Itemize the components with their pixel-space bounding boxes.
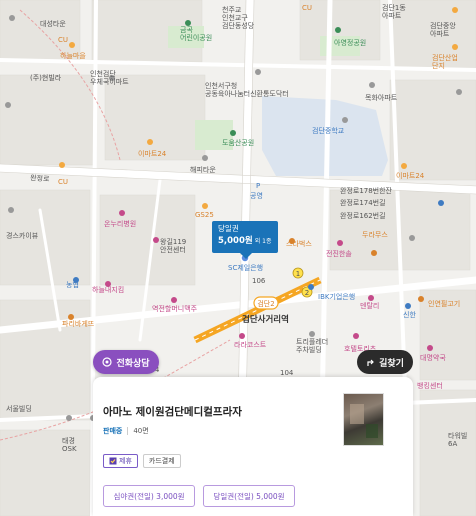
poi-hanul[interactable]: 하늘내지킴 [92, 285, 124, 294]
tag-partner-label: 제휴 [119, 457, 132, 465]
call-consult-button[interactable]: 전화상담 [93, 350, 159, 374]
directions-button-label: 길찾기 [379, 358, 404, 369]
poi-banking[interactable]: 뱅킹센터 [417, 381, 443, 390]
road-label-1: 완정로 [30, 173, 50, 183]
pass-night-button[interactable]: 심야권(전일) 3,000원 [103, 485, 195, 507]
call-button-label: 전화상담 [116, 358, 150, 369]
poi-ibk[interactable]: IBK기업은행 [318, 292, 355, 301]
pass-list: 심야권(전일) 3,000원 당일권(전일) 5,000원 [103, 485, 295, 507]
status-badge: 판매중 [103, 427, 123, 435]
parking-lot-name: 아마노 제이원검단메디컬프라자 [103, 406, 242, 418]
poi-station[interactable]: 검단사거리역 [242, 314, 289, 325]
poi-119[interactable]: 왕길119 안전센터 [160, 237, 186, 254]
route-arrow-icon [367, 359, 374, 366]
price-tag-unit: 외 1종 [254, 238, 272, 245]
road-label-3: 완정로174번길 [340, 198, 386, 207]
parking-icon[interactable]: P [256, 182, 260, 190]
poi-middle-school[interactable]: 검단중학교 [312, 126, 345, 135]
station-label: 검단2 [257, 299, 274, 308]
tag-card-label: 카드결제 [148, 457, 175, 465]
headset-icon [102, 357, 113, 367]
poi-gongyeong[interactable]: 공영 [250, 191, 263, 200]
poi-emart24-a[interactable]: 이마트24 [138, 149, 167, 158]
exit-2: 2 [305, 289, 309, 297]
road-label-2: 완정로178번한잔 [340, 186, 393, 195]
status-divider [127, 427, 129, 435]
poi-jeonjin[interactable]: 전진한솔 [326, 249, 352, 258]
poi-inyeon[interactable]: 인연필고기 [428, 299, 460, 308]
price-tag-value: 5,000원 외 1종 [218, 234, 272, 249]
poi-haneulmaeul[interactable]: 하늘마을 [60, 51, 86, 60]
road-number-b: 104 [280, 369, 294, 377]
parking-status-row: 판매중 40면 [103, 426, 149, 436]
poi-cu-b[interactable]: CU [58, 178, 68, 186]
directions-button[interactable]: 길찾기 [357, 350, 413, 374]
poi-lalacoast[interactable]: 라라코스트 [234, 340, 267, 349]
partner-check-icon [109, 457, 117, 465]
space-count: 40면 [133, 427, 149, 435]
tag-partner: 제휴 [103, 454, 138, 468]
poi-gwang[interactable]: 경스카이뷰 [6, 231, 39, 240]
poi-nonghyup-a[interactable]: 농협 [66, 280, 79, 289]
price-tag-label: 당일권 [218, 224, 239, 233]
poi-emart24-b[interactable]: 이마트24 [396, 171, 425, 180]
poi-ayeong-park[interactable]: 아영정공원 [334, 38, 366, 47]
poi-paris[interactable]: 파리바게뜨 [62, 319, 95, 328]
road-label-4: 완정로162번길 [340, 211, 386, 220]
poi-starbucks[interactable]: 스타벅스 [286, 239, 312, 248]
pass-day-button[interactable]: 당일권(전일) 5,000원 [203, 485, 295, 507]
poi-daeseong-town[interactable]: 대성타운 [40, 19, 66, 28]
poi-gs25[interactable]: GS25 [195, 211, 214, 219]
poi-cu-a[interactable]: CU [58, 36, 68, 44]
poi-park[interactable]: 도움산공원 [222, 138, 254, 147]
poi-villa[interactable]: (주)현빌라 [30, 73, 62, 82]
road-number-c: 106 [252, 277, 266, 285]
poi-denta[interactable]: 덴탈리 [360, 301, 379, 310]
poi-duramuse[interactable]: 두라무스 [362, 230, 388, 239]
poi-daemyung[interactable]: 대명약국 [420, 353, 446, 362]
parking-info-card[interactable]: 아마노 제이원검단메디컬프라자 판매중 40면 제휴 카드결제 심야권(전일) … [93, 377, 413, 516]
poi-happy[interactable]: 해피타운 [190, 165, 216, 174]
poi-sc-bank[interactable]: SC제일은행 [228, 263, 263, 272]
poi-sinhan[interactable]: 신한 [403, 310, 416, 319]
poi-taegwang[interactable]: 태경 OSK [62, 436, 77, 453]
tag-card-payment: 카드결제 [142, 454, 181, 468]
exit-1: 1 [296, 270, 300, 278]
poi-cu-c[interactable]: CU [302, 4, 312, 12]
parking-thumbnail-image[interactable] [343, 393, 384, 446]
poi-mokhwa[interactable]: 목화아파트 [365, 93, 398, 102]
poi-yeokjeon[interactable]: 역전할머니맥주 [152, 304, 198, 313]
poi-hospital[interactable]: 온누리병원 [104, 219, 136, 228]
poi-building[interactable]: 서울빌딩 [6, 404, 32, 413]
feature-tags: 제휴 카드결제 [103, 454, 181, 468]
parking-price-marker[interactable]: 당일권 5,000원 외 1종 [212, 221, 278, 259]
price-tag-price: 5,000원 [218, 236, 253, 246]
